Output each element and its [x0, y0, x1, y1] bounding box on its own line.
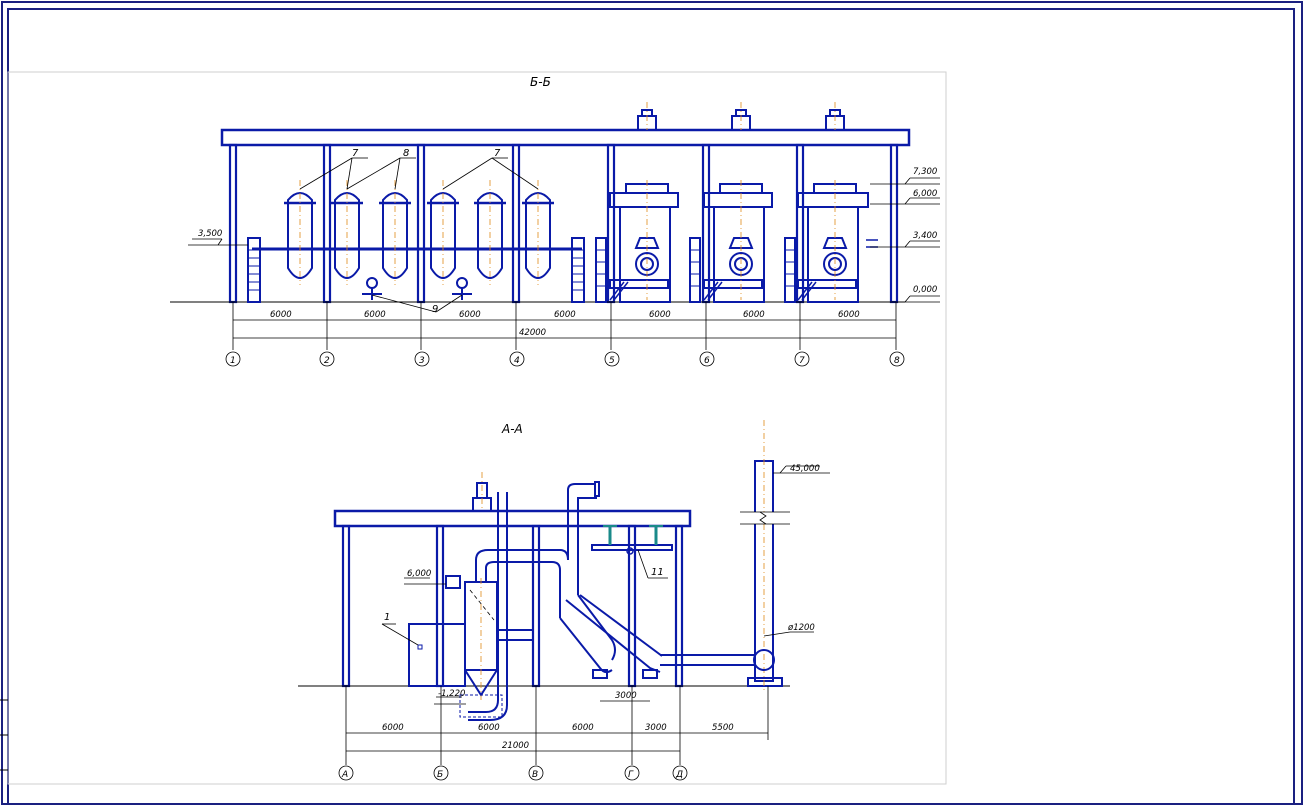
- callout-9: 9: [432, 304, 438, 315]
- inner-frame: [7, 8, 1295, 805]
- aa-dim-total: 21000: [502, 741, 529, 751]
- bb-axis-1: 1: [230, 356, 236, 366]
- level-6000: 6,000: [913, 189, 937, 199]
- aa-level-low-text: -1,220: [438, 689, 465, 699]
- callout-1: 1: [384, 612, 390, 623]
- aa-diameter: ø1200: [787, 623, 815, 633]
- section-bb: Б-Б 7 8 7 9 7,300 6,000 3,400 0,000 3,50…: [170, 75, 940, 367]
- bb-dim-total: 42000: [519, 328, 546, 338]
- level-3400: 3,400: [913, 231, 937, 241]
- section-aa-title: А-А: [501, 422, 523, 436]
- burners: [634, 237, 848, 276]
- section-aa: А-А 1 6,000 -1,220 11 45,000 ø1200 3000 …: [298, 420, 830, 781]
- bb-dim-3: 6000: [459, 310, 481, 320]
- callout-7a: 7: [352, 148, 359, 159]
- section-bb-title: Б-Б: [530, 75, 551, 89]
- aa-axis-a: А: [341, 770, 348, 780]
- roof-slab: [220, 128, 911, 147]
- aa-axis-v: В: [532, 770, 538, 780]
- outer-frame: [1, 1, 1303, 805]
- bb-axis-8: 8: [894, 356, 900, 366]
- aa-dim-1: 6000: [382, 723, 404, 733]
- bb-dim-2: 6000: [364, 310, 386, 320]
- aa-inner-dim: 3000: [615, 691, 637, 701]
- aa-axis-bubbles: [338, 765, 688, 781]
- aa-dim-3: 6000: [572, 723, 594, 733]
- aa-axis-g: Г: [628, 770, 634, 780]
- bb-dim-4: 6000: [554, 310, 576, 320]
- level-0000: 0,000: [913, 285, 937, 295]
- aa-pipes: [468, 483, 755, 721]
- callout-8: 8: [403, 148, 409, 159]
- aa-axis-d: Д: [675, 770, 683, 780]
- columns: [228, 143, 899, 304]
- boiler-units: [609, 183, 869, 303]
- bb-axis-7: 7: [799, 356, 805, 366]
- aa-roof-slab: [333, 509, 692, 528]
- bb-dim-6: 6000: [743, 310, 765, 320]
- bb-axis-3: 3: [419, 356, 425, 366]
- aa-axis-b: Б: [437, 770, 443, 780]
- aa-dim-4: 3000: [645, 723, 667, 733]
- bb-dim-7: 6000: [838, 310, 860, 320]
- bb-dim-1: 6000: [270, 310, 292, 320]
- level-3500: 3,500: [198, 229, 222, 239]
- aa-dimension-lines: [345, 686, 769, 765]
- bb-dim-5: 6000: [649, 310, 671, 320]
- aa-dim-2: 6000: [478, 723, 500, 733]
- callout-11: 11: [651, 567, 664, 578]
- viewport-panel: [7, 71, 947, 785]
- bb-axis-2: 2: [324, 356, 330, 366]
- aa-dim-5: 5500: [712, 723, 734, 733]
- aa-level-mid: 6,000: [407, 569, 431, 579]
- callout-7b: 7: [494, 148, 501, 159]
- drawing-sheet: Б-Б 7 8 7 9 7,300 6,000 3,400 0,000 3,50…: [0, 1, 1303, 805]
- aa-level-top: 45,000: [790, 464, 820, 474]
- bb-axis-6: 6: [704, 356, 710, 366]
- level-7300: 7,300: [913, 167, 937, 177]
- bb-axis-5: 5: [609, 356, 615, 366]
- bb-axis-4: 4: [514, 356, 520, 366]
